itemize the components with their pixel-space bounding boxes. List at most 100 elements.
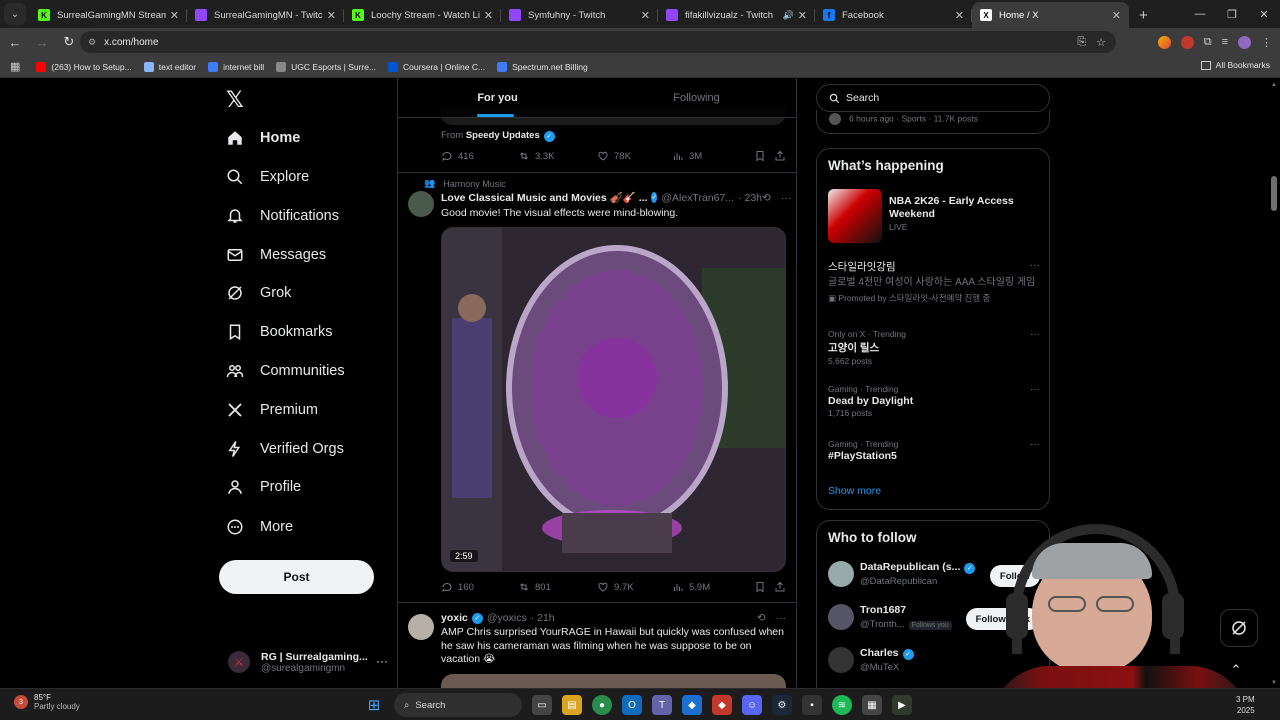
avatar[interactable] <box>408 614 434 640</box>
reload-button[interactable]: ↻ <box>57 30 81 54</box>
discord-icon[interactable]: ☺ <box>742 695 762 715</box>
like-button[interactable]: 78K <box>597 150 672 162</box>
tweet-author-name[interactable]: yoxic <box>441 612 468 624</box>
nav-item-home[interactable]: Home <box>226 123 300 153</box>
weather-widget[interactable]: 3 85°F Partly cloudy <box>14 693 80 711</box>
more-options-icon[interactable]: ··· <box>776 612 787 624</box>
bookmark-item[interactable]: (263) How to Setup... <box>36 61 132 72</box>
app-icon[interactable]: ▦ <box>862 695 882 715</box>
taskbar-search[interactable]: ⌕ Search <box>394 693 522 717</box>
more-options-icon[interactable]: ··· <box>781 192 792 204</box>
reply-button[interactable]: 416 <box>441 150 518 162</box>
featured-trend[interactable]: NBA 2K26 - Early Access Weekend LIVE <box>828 189 1040 243</box>
trend-item[interactable]: Gaming · Trending Dead by Daylight 1,716… <box>828 384 1040 418</box>
x-logo-icon[interactable]: 𝕏 <box>226 88 244 113</box>
trend-item[interactable]: Only on X · Trending 고양이 릴스 5,662 posts … <box>828 329 1040 366</box>
show-more-link[interactable]: Show more <box>828 485 881 497</box>
chrome-menu-icon[interactable]: ⋮ <box>1261 36 1272 49</box>
bookmark-item[interactable]: internet bill <box>208 61 264 72</box>
address-bar[interactable]: ⚙ x.com/home ⎘ ☆ <box>80 31 1116 53</box>
avatar[interactable] <box>408 191 434 217</box>
browser-tab[interactable]: K SurrealGamingMN Stream - Wa ✕ <box>30 2 187 28</box>
tweet-author-handle[interactable]: @yoxics <box>487 612 527 624</box>
spotify-icon[interactable]: ≋ <box>832 695 852 715</box>
browser-tab[interactable]: f Facebook ✕ <box>815 2 972 28</box>
bookmark-button[interactable] <box>754 150 774 162</box>
nav-item-explore[interactable]: Explore <box>226 162 309 192</box>
tab-close-icon[interactable]: ✕ <box>641 9 650 22</box>
all-bookmarks-button[interactable]: All Bookmarks <box>1200 60 1270 70</box>
app-icon[interactable]: ◆ <box>712 695 732 715</box>
back-button[interactable]: ← <box>3 30 27 54</box>
tweet-time[interactable]: · 23h <box>738 192 762 204</box>
chrome-icon[interactable]: ● <box>592 695 612 715</box>
site-info-icon[interactable]: ⚙ <box>88 37 96 48</box>
puzzle-icon[interactable]: ⧉ <box>1204 36 1212 49</box>
tab-audio-icon[interactable]: 🔊 <box>783 10 794 21</box>
tweet-author-handle[interactable]: @AlexTran67... <box>661 192 734 204</box>
more-options-icon[interactable]: ··· <box>1030 439 1040 450</box>
post-button[interactable]: Post <box>219 560 374 594</box>
media-icon[interactable]: ≡ <box>1222 36 1228 48</box>
search-input[interactable]: Search <box>816 84 1050 112</box>
extension-icon[interactable] <box>1157 35 1171 49</box>
nav-item-verified-orgs[interactable]: Verified Orgs <box>226 434 344 464</box>
nav-item-messages[interactable]: Messages <box>226 240 326 270</box>
tab-close-icon[interactable]: ✕ <box>798 9 807 22</box>
views-button[interactable]: 3M <box>672 150 754 162</box>
views-button[interactable]: 5.9M <box>672 581 754 593</box>
promoted-trend[interactable]: 스타일라잇강림 글로벌 4천만 여성이 사랑하는 AAA 스타일링 게임 ▣ P… <box>828 259 1040 304</box>
from-source-link[interactable]: Speedy Updates <box>466 130 540 141</box>
taskbar-clock[interactable]: 3 PM 2025 <box>1236 694 1255 716</box>
restore-button[interactable]: ❐ <box>1216 0 1248 28</box>
bookmark-item[interactable]: Spectrum.net Billing <box>497 61 588 72</box>
tab-close-icon[interactable]: ✕ <box>170 9 179 22</box>
tweet-author-name[interactable]: Love Classical Music and Movies 🎻🎸 ... <box>441 191 647 204</box>
install-app-icon[interactable]: ⎘ <box>1077 36 1086 49</box>
share-button[interactable] <box>774 581 786 593</box>
bookmark-item[interactable]: Coursera | Online C... <box>388 61 485 72</box>
nav-item-communities[interactable]: Communities <box>226 356 345 386</box>
share-button[interactable] <box>774 150 786 162</box>
more-options-icon[interactable]: ··· <box>1030 259 1041 271</box>
tweet-time[interactable]: · 21h <box>531 612 555 624</box>
forward-button[interactable]: → <box>30 30 54 54</box>
social-context[interactable]: 👥 Harmony Music <box>424 178 506 189</box>
nav-item-grok[interactable]: Grok <box>226 278 291 308</box>
nav-item-profile[interactable]: Profile <box>226 472 301 502</box>
app-icon[interactable]: ▶ <box>892 695 912 715</box>
grok-icon[interactable]: ⟲ <box>757 612 766 624</box>
tab-following[interactable]: Following <box>597 78 796 117</box>
repost-button[interactable]: 3.3K <box>518 150 597 162</box>
close-window-button[interactable]: ✕ <box>1248 0 1280 28</box>
nav-item-premium[interactable]: Premium <box>226 395 318 425</box>
minimize-button[interactable]: — <box>1184 0 1216 28</box>
repost-button[interactable]: 801 <box>518 581 597 593</box>
apps-grid-icon[interactable]: ▦ <box>10 60 20 73</box>
tab-close-icon[interactable]: ✕ <box>327 9 336 22</box>
previous-trend-item[interactable]: 6 hours ago · Sports · 11.7K posts <box>816 110 1050 134</box>
browser-tab[interactable]: Symfuhny - Twitch ✕ <box>501 2 658 28</box>
bookmark-item[interactable]: text editor <box>143 61 196 72</box>
scroll-down-icon[interactable]: ▼ <box>1271 680 1277 686</box>
trend-item[interactable]: Gaming · Trending #PlayStation5 ··· <box>828 439 1040 463</box>
new-tab-button[interactable]: + <box>1139 7 1148 24</box>
app-icon[interactable]: ▪ <box>802 695 822 715</box>
tab-close-icon[interactable]: ✕ <box>955 9 964 22</box>
nav-item-notifications[interactable]: Notifications <box>226 201 339 231</box>
file-explorer-icon[interactable]: ▤ <box>562 695 582 715</box>
extension-icon[interactable] <box>1180 35 1194 49</box>
nav-item-bookmarks[interactable]: Bookmarks <box>226 317 333 347</box>
scrollbar-thumb[interactable] <box>1271 176 1277 211</box>
browser-tab[interactable]: X Home / X ✕ <box>972 2 1129 28</box>
bookmark-star-icon[interactable]: ☆ <box>1096 36 1106 49</box>
tab-for-you[interactable]: For you <box>398 78 597 117</box>
steam-icon[interactable]: ⚙ <box>772 695 792 715</box>
scroll-up-icon[interactable]: ▲ <box>1271 82 1277 88</box>
bookmark-button[interactable] <box>754 581 774 593</box>
more-options-icon[interactable]: ··· <box>1030 329 1040 340</box>
task-view-icon[interactable]: ▭ <box>532 695 552 715</box>
scrollbar[interactable]: ▲ ▼ <box>1268 78 1280 688</box>
windows-start-icon[interactable]: ⊞ <box>364 695 384 715</box>
teams-icon[interactable]: T <box>652 695 672 715</box>
